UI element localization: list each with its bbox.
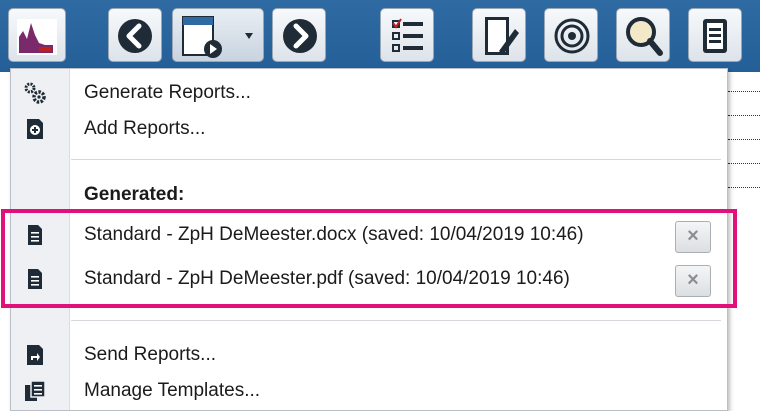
add-reports-label: Add Reports... [84,118,206,139]
generated-file-item[interactable]: Standard - ZpH DeMeester.pdf (saved: 10/… [11,261,727,295]
target-icon [554,18,590,54]
remove-file-button[interactable]: × [675,221,711,253]
back-button[interactable] [108,8,162,62]
generated-file-item[interactable]: Standard - ZpH DeMeester.docx (saved: 10… [11,217,727,251]
add-reports-item[interactable]: Add Reports... [11,111,727,145]
forward-arrow-icon [283,19,317,53]
send-reports-label: Send Reports... [84,344,217,365]
edit-document-icon [485,17,519,55]
dotted-line [728,187,760,188]
gears-icon [24,82,46,104]
generated-file-label: Standard - ZpH DeMeester.docx (saved: 10… [84,224,584,245]
pages-icon [703,19,727,53]
generated-file-label: Standard - ZpH DeMeester.pdf (saved: 10/… [84,268,570,289]
pages-button[interactable] [688,8,742,62]
app-logo-icon [17,19,57,55]
menu-separator [71,320,721,321]
dotted-line [728,139,760,140]
back-arrow-icon [118,19,152,53]
generate-reports-item[interactable]: Generate Reports... [11,75,727,109]
manage-templates-item[interactable]: Manage Templates... [11,373,727,407]
generate-reports-label: Generate Reports... [84,82,251,103]
checklist-icon [392,18,423,52]
add-report-icon [27,119,43,139]
report-dropdown-icon [182,16,253,58]
send-reports-item[interactable]: Send Reports... [11,337,727,371]
generated-heading: Generated: [84,184,185,205]
reports-dropdown-menu: Generate Reports... Add Reports... Gener… [10,68,728,411]
document-icon [28,225,42,245]
zoom-data-icon [626,17,663,56]
toolbar [0,0,760,72]
menu-separator [71,159,721,160]
dotted-line [728,91,760,92]
target-button[interactable] [544,8,598,62]
templates-icon [25,380,46,401]
report-dropdown-button[interactable] [172,8,264,62]
forward-button[interactable] [272,8,326,62]
zoom-data-button[interactable] [616,8,670,62]
edit-document-button[interactable] [472,8,526,62]
remove-file-button[interactable]: × [675,265,711,297]
dotted-line [728,163,760,164]
app-logo-button[interactable] [8,8,66,62]
manage-templates-label: Manage Templates... [84,380,261,401]
dotted-line [728,115,760,116]
document-icon [28,269,42,289]
send-report-icon [27,345,43,365]
checklist-button[interactable] [380,8,434,62]
